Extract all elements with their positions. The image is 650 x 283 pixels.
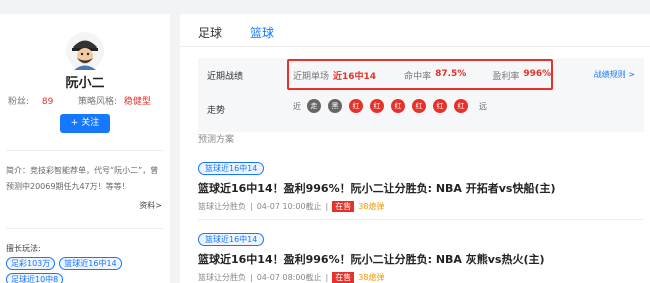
tab-basketball[interactable]: 篮球 bbox=[250, 24, 274, 41]
plan-item[interactable]: 篮球近16中14 篮球近16中14！盈利996%！阮小二让分胜负: NBA 开拓… bbox=[198, 156, 644, 212]
profit-label: 盈利率 bbox=[492, 72, 520, 82]
main-panel: 足球 篮球 近期战绩 近期单场 近16中14 命中率 87.5% 盈利率 996… bbox=[180, 14, 650, 283]
profile-name: 阮小二 bbox=[65, 76, 105, 91]
meta-separator: | bbox=[325, 273, 329, 282]
divider bbox=[6, 150, 164, 151]
fans-label: 粉丝: bbox=[8, 97, 30, 107]
avatar[interactable] bbox=[66, 32, 104, 70]
single-value: 近16中14 bbox=[333, 72, 377, 82]
plan-deadline: 04-07 10:00截止 bbox=[256, 202, 322, 211]
trend-label: 走势 bbox=[207, 106, 226, 116]
style-label: 策略风格: bbox=[78, 97, 118, 107]
trend-dot: 走 bbox=[307, 99, 321, 113]
record-rules-link[interactable]: 战绩规则 > bbox=[594, 69, 635, 80]
profile-card: 阮小二 粉丝: 89 策略风格: 稳健型 + 关注 简介：竞技彩智能荐单，代号“… bbox=[0, 14, 170, 283]
tab-divider bbox=[180, 46, 650, 47]
sport-tabs: 足球 篮球 bbox=[198, 24, 274, 41]
meta-separator: | bbox=[250, 273, 253, 282]
trend-row: 近 走 黑 红 红 红 红 红 红 远 bbox=[293, 99, 487, 113]
record-box: 近期战绩 近期单场 近16中14 命中率 87.5% 盈利率 996% 战绩规则… bbox=[198, 58, 644, 132]
trend-dot: 黑 bbox=[328, 99, 342, 113]
hit-label: 命中率 bbox=[404, 72, 432, 82]
profile-intro: 简介：竞技彩智能荐单，代号“阮小二”，曾预测中20069期任九47万！等等！ bbox=[6, 166, 159, 191]
plan-title[interactable]: 篮球近16中14！盈利996%！阮小二让分胜负: NBA 灰熊vs热火(主) bbox=[198, 251, 644, 267]
style-value: 稳健型 bbox=[123, 97, 151, 107]
fans-stat: 粉丝: 89 bbox=[8, 94, 64, 107]
plan-type: 篮球让分胜负 bbox=[198, 273, 246, 282]
trend-dot: 红 bbox=[433, 99, 447, 113]
tab-football[interactable]: 足球 bbox=[198, 24, 222, 41]
fans-value: 89 bbox=[41, 97, 54, 107]
profile-stats: 粉丝: 89 策略风格: 稳健型 bbox=[8, 94, 168, 107]
good-at-tags: 足彩103万 篮球近16中14 足球近10中8 bbox=[6, 257, 166, 283]
plan-meta: 篮球让分胜负 | 04-07 10:00截止 | 在售 38熄弹 bbox=[198, 201, 644, 212]
trend-end-label: 远 bbox=[479, 101, 487, 111]
plan-type: 篮球让分胜负 bbox=[198, 202, 246, 211]
trend-dot: 红 bbox=[412, 99, 426, 113]
plan-divider bbox=[198, 219, 644, 220]
plan-meta: 篮球让分胜负 | 04-07 08:00截止 | 在售 38熄弹 bbox=[198, 272, 644, 283]
meta-separator: | bbox=[325, 202, 329, 211]
record-stats: 近期单场 近16中14 命中率 87.5% 盈利率 996% bbox=[293, 69, 551, 82]
profile-more-link[interactable]: 资料> bbox=[139, 200, 162, 211]
plans-section-title: 预测方案 bbox=[198, 135, 235, 145]
plan-status-badge: 在售 bbox=[332, 201, 355, 212]
plan-deadline: 04-07 08:00截止 bbox=[256, 273, 322, 282]
profit-value: 996% bbox=[523, 69, 552, 79]
plan-price: 38熄弹 bbox=[358, 202, 385, 211]
trend-dot: 红 bbox=[391, 99, 405, 113]
trend-dot: 红 bbox=[454, 99, 468, 113]
divider bbox=[6, 228, 164, 229]
plan-title[interactable]: 篮球近16中14！盈利996%！阮小二让分胜负: NBA 开拓者vs快船(主) bbox=[198, 180, 644, 196]
good-at-tag[interactable]: 篮球近16中14 bbox=[59, 257, 122, 270]
follow-button[interactable]: + 关注 bbox=[60, 114, 110, 133]
plan-status-badge: 在售 bbox=[332, 272, 355, 283]
style-stat: 策略风格: 稳健型 bbox=[78, 94, 151, 107]
good-at-title: 擅长玩法: bbox=[6, 244, 41, 253]
recent-record-label: 近期战绩 bbox=[207, 72, 244, 82]
good-at-tag[interactable]: 足彩103万 bbox=[6, 257, 56, 270]
meta-separator: | bbox=[250, 202, 253, 211]
plan-tag: 篮球近16中14 bbox=[198, 233, 265, 246]
trend-start-label: 近 bbox=[293, 101, 301, 111]
plan-price: 38熄弹 bbox=[358, 273, 385, 282]
trend-dot: 红 bbox=[370, 99, 384, 113]
plan-tag: 篮球近16中14 bbox=[198, 162, 265, 175]
plan-item[interactable]: 篮球近16中14 篮球近16中14！盈利996%！阮小二让分胜负: NBA 灰熊… bbox=[198, 227, 644, 283]
good-at-tag[interactable]: 足球近10中8 bbox=[6, 273, 64, 283]
trend-dot: 红 bbox=[349, 99, 363, 113]
hit-value: 87.5% bbox=[435, 69, 467, 79]
single-label: 近期单场 bbox=[293, 72, 330, 82]
